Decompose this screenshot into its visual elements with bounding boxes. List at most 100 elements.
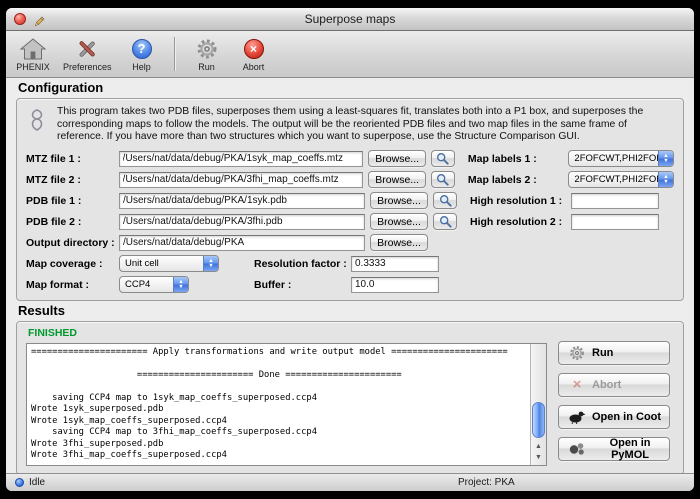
map-coverage-label: Map coverage : — [26, 258, 114, 270]
combo-arrows-icon: ▲▼ — [658, 151, 673, 166]
mtz1-browse-button[interactable]: Browse... — [368, 150, 426, 167]
superpose-maps-window: Superpose maps PHENIX Preferences — [6, 8, 694, 491]
console-frame: ====================== Apply transformat… — [26, 343, 547, 466]
toolbar-item-abort[interactable]: Abort — [237, 37, 271, 72]
home-icon — [20, 37, 46, 61]
magnifier-icon — [439, 215, 452, 228]
coot-bird-icon — [568, 410, 586, 424]
toolbar-item-label: PHENIX — [16, 62, 50, 72]
high-resolution-1-input[interactable] — [571, 193, 659, 209]
abort-icon — [244, 39, 264, 59]
run-button[interactable]: Run — [558, 341, 670, 365]
map-labels-2-value: 2FOFCWT,PHI2FOF... — [574, 174, 668, 185]
configuration-section-title: Configuration — [18, 80, 684, 95]
map-labels-2-label: Map labels 2 : — [468, 174, 564, 186]
pdb1-search-button[interactable] — [433, 192, 457, 209]
pdb1-input[interactable] — [119, 193, 365, 209]
combo-arrows-icon: ▲▼ — [203, 256, 218, 271]
open-in-coot-button[interactable]: Open in Coot — [558, 405, 670, 429]
gear-icon — [196, 37, 218, 61]
pdb2-browse-button[interactable]: Browse... — [370, 213, 428, 230]
toolbar-item-preferences[interactable]: Preferences — [63, 37, 112, 72]
output-directory-label: Output directory : — [26, 237, 114, 249]
high-resolution-2-label: High resolution 2 : — [470, 216, 566, 228]
pdb1-browse-button[interactable]: Browse... — [370, 192, 428, 209]
gear-icon — [568, 345, 586, 361]
toolbar-item-phenix[interactable]: PHENIX — [16, 37, 50, 72]
map-coverage-select[interactable]: Unit cell ▲▼ — [119, 255, 219, 272]
open-in-pymol-label: Open in PyMOL — [591, 437, 669, 461]
form-row-output-directory: Output directory : Browse... — [26, 233, 674, 253]
close-button[interactable] — [14, 13, 26, 25]
program-description: This program takes two PDB files, superp… — [57, 106, 663, 144]
high-resolution-2-input[interactable] — [571, 214, 659, 230]
phenix-glyph-icon — [28, 106, 48, 144]
toolbar-item-run[interactable]: Run — [190, 37, 224, 72]
scroll-down-icon[interactable]: ▼ — [531, 452, 546, 463]
map-coverage-value: Unit cell — [125, 258, 159, 269]
pencil-icon — [33, 13, 45, 25]
open-in-coot-label: Open in Coot — [592, 411, 661, 423]
project-label: Project: PKA — [458, 477, 515, 488]
form-row-pdb2: PDB file 2 : Browse... High resolution 2… — [26, 212, 674, 232]
map-labels-2-select[interactable]: 2FOFCWT,PHI2FOF... ▲▼ — [568, 171, 674, 188]
toolbar-item-label: Run — [198, 62, 215, 72]
buffer-label: Buffer : — [254, 279, 346, 291]
toolbar-item-label: Preferences — [63, 62, 112, 72]
help-icon — [132, 39, 152, 59]
status-finished: FINISHED — [28, 327, 547, 339]
toolbar-separator — [174, 37, 175, 71]
combo-arrows-icon: ▲▼ — [658, 172, 673, 187]
run-button-label: Run — [592, 347, 613, 359]
titlebar[interactable]: Superpose maps — [6, 8, 694, 31]
map-labels-1-label: Map labels 1 : — [468, 153, 564, 165]
abort-x-icon: × — [568, 378, 586, 392]
pdb2-search-button[interactable] — [433, 213, 457, 230]
pdb1-label: PDB file 1 : — [26, 195, 114, 207]
configuration-panel: This program takes two PDB files, superp… — [16, 98, 684, 301]
console-scrollbar[interactable]: ▲▼ — [530, 344, 546, 465]
open-in-pymol-button[interactable]: Open in PyMOL — [558, 437, 670, 461]
mtz1-input[interactable] — [119, 151, 364, 167]
high-resolution-1-label: High resolution 1 : — [470, 195, 566, 207]
form-row-map-coverage: Map coverage : Unit cell ▲▼ Resolution f… — [26, 254, 674, 274]
form-row-pdb1: PDB file 1 : Browse... High resolution 1… — [26, 191, 674, 211]
magnifier-icon — [439, 194, 452, 207]
map-labels-1-value: 2FOFCWT,PHI2FOF... — [574, 153, 668, 164]
status-text: Idle — [29, 477, 45, 488]
pdb2-input[interactable] — [119, 214, 365, 230]
mtz2-label: MTZ file 2 : — [26, 174, 114, 186]
toolbar: PHENIX Preferences Help — [6, 31, 694, 78]
abort-button[interactable]: × Abort — [558, 373, 670, 397]
magnifier-icon — [436, 152, 449, 165]
form-row-map-format: Map format : CCP4 ▲▼ Buffer : — [26, 275, 674, 295]
toolbar-item-label: Abort — [243, 62, 265, 72]
form-row-mtz2: MTZ file 2 : Browse... Map labels 2 : 2F… — [26, 170, 674, 190]
mtz1-search-button[interactable] — [431, 150, 455, 167]
combo-arrows-icon: ▲▼ — [173, 277, 188, 292]
results-section-title: Results — [18, 303, 684, 318]
status-indicator-icon — [15, 478, 24, 487]
mtz2-input[interactable] — [119, 172, 364, 188]
scrollbar-arrow-buttons[interactable]: ▲▼ — [531, 441, 546, 463]
output-directory-browse-button[interactable]: Browse... — [370, 234, 428, 251]
statusbar: Idle Project: PKA — [6, 473, 694, 491]
results-action-buttons: Run × Abort — [558, 326, 674, 466]
map-labels-1-select[interactable]: 2FOFCWT,PHI2FOF... ▲▼ — [568, 150, 674, 167]
resolution-factor-input[interactable] — [351, 256, 439, 272]
program-description-row: This program takes two PDB files, superp… — [28, 106, 672, 144]
pymol-molecule-icon — [568, 442, 585, 456]
mtz2-browse-button[interactable]: Browse... — [368, 171, 426, 188]
form-row-mtz1: MTZ file 1 : Browse... Map labels 1 : 2F… — [26, 149, 674, 169]
console-output[interactable]: ====================== Apply transformat… — [27, 344, 530, 465]
toolbar-item-help[interactable]: Help — [125, 37, 159, 72]
magnifier-icon — [436, 173, 449, 186]
main-content: Configuration This program takes two PDB… — [6, 76, 694, 473]
buffer-input[interactable] — [351, 277, 439, 293]
scroll-up-icon[interactable]: ▲ — [531, 441, 546, 452]
scrollbar-thumb[interactable] — [532, 402, 545, 438]
resolution-factor-label: Resolution factor : — [254, 258, 346, 270]
mtz2-search-button[interactable] — [431, 171, 455, 188]
output-directory-input[interactable] — [119, 235, 365, 251]
map-format-select[interactable]: CCP4 ▲▼ — [119, 276, 189, 293]
